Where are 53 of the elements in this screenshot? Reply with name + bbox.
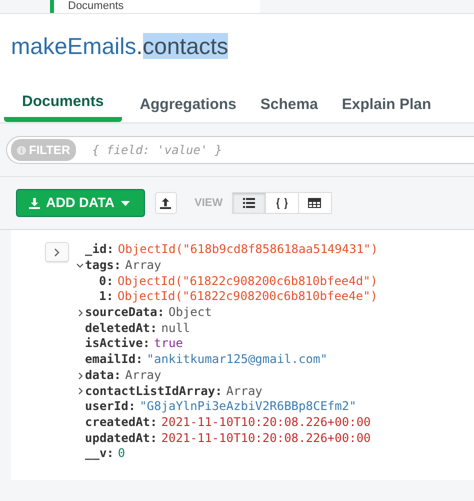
field-key: contactListIdArray: — [85, 384, 222, 400]
field-key: _id: — [85, 242, 114, 258]
field-value: null — [161, 320, 190, 336]
braces-icon — [276, 198, 288, 209]
window-tab[interactable]: Documents — [50, 0, 260, 13]
field-key: userId: — [85, 399, 136, 415]
caret-icon — [120, 200, 130, 206]
title-separator: . — [136, 33, 143, 59]
view-toggle[interactable] — [264, 192, 299, 214]
view-label: VIEW — [194, 196, 223, 211]
info-icon — [17, 146, 26, 154]
tab[interactable]: Schema — [254, 78, 324, 122]
field-key: sourceData: — [85, 305, 164, 321]
chevron-down-icon[interactable] — [76, 263, 84, 268]
chevron-right-icon[interactable] — [78, 308, 82, 317]
field-value: Object — [168, 305, 212, 321]
field-value: 2021-11-10T10:20:08.226+00:00 — [161, 430, 371, 446]
chevron-right-icon — [54, 248, 60, 257]
field-key: data: — [85, 368, 122, 384]
chevron-right-icon[interactable] — [78, 372, 82, 380]
database-name: makeEmails — [11, 33, 136, 59]
field-key: isActive: — [85, 336, 150, 352]
field-value: ObjectId("618b9cd8f858618aa5149431") — [118, 242, 378, 258]
view-toggle[interactable] — [232, 192, 266, 214]
import-button[interactable] — [154, 192, 176, 214]
field-value: "ankitkumar125@gmail.com" — [146, 352, 328, 368]
field-key: 0: — [99, 274, 114, 290]
field-key: createdAt: — [85, 414, 158, 431]
field-value: true — [154, 336, 183, 352]
table-icon — [308, 198, 322, 208]
expand-button[interactable] — [45, 242, 69, 262]
field-value: ObjectId("61822c908200c6b810bfee4d") — [117, 274, 378, 290]
list-icon — [242, 198, 255, 208]
field-value: 0 — [118, 446, 126, 462]
tab[interactable]: Aggregations — [134, 78, 242, 122]
view-toggle[interactable] — [298, 192, 332, 214]
tab[interactable]: Explain Plan — [336, 78, 438, 122]
collection-name: contacts — [142, 33, 228, 59]
field-key: tags: — [85, 258, 122, 274]
field-key: emailId: — [85, 352, 143, 368]
field-value: 2021-11-10T10:20:08.226+00:00 — [161, 414, 371, 431]
field-value: "G8jaYlnPi3eAzbiV2R6BBp8CEfm2" — [140, 399, 356, 415]
field-value: Array — [125, 368, 162, 384]
download-icon — [29, 198, 40, 209]
field-key: updatedAt: — [85, 430, 158, 446]
upload-icon — [160, 198, 171, 209]
field-key: __v: — [85, 446, 114, 462]
field-value: ObjectId("61822c908200c6b810bfee4e") — [117, 289, 378, 306]
chevron-right-icon[interactable] — [78, 387, 82, 396]
field-key: 1: — [99, 289, 114, 306]
field-value: Array — [226, 384, 262, 400]
field-value: Array — [125, 258, 162, 274]
field-key: deletedAt: — [85, 320, 158, 336]
